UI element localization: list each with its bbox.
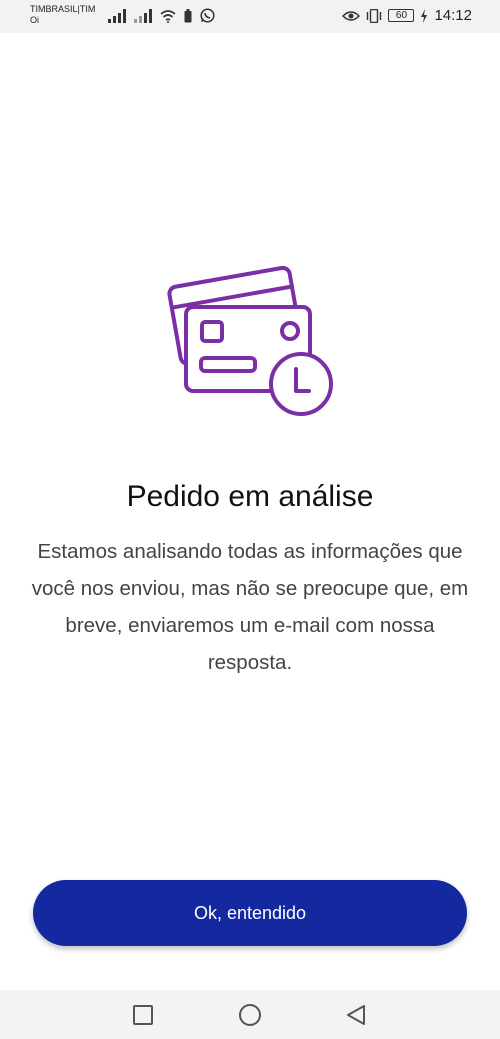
ok-understood-button[interactable]: Ok, entendido xyxy=(33,880,467,946)
signal-icon xyxy=(108,8,126,23)
status-time: 14:12 xyxy=(434,7,472,24)
wifi-icon xyxy=(160,9,176,23)
page-title: Pedido em análise xyxy=(126,480,374,513)
home-icon[interactable] xyxy=(238,1003,262,1027)
battery-level: 60 xyxy=(395,10,408,21)
battery-saver-icon xyxy=(184,8,192,22)
charging-icon xyxy=(421,8,428,23)
battery-icon: 60 xyxy=(388,9,415,22)
carrier-label: TIMBRASIL|TIM Oi xyxy=(30,4,95,26)
status-icons-right: 60 14:12 xyxy=(342,7,472,24)
status-bar: TIMBRASIL|TIM Oi 60 14:12 xyxy=(0,0,500,33)
whatsapp-icon xyxy=(200,8,215,23)
eye-icon xyxy=(342,10,361,21)
status-icons-left xyxy=(108,8,215,23)
credit-card-clock-icon xyxy=(167,265,333,416)
navigation-bar xyxy=(0,990,500,1039)
carrier-secondary: Oi xyxy=(30,15,39,25)
description-text: Estamos analisando todas as informações … xyxy=(31,540,469,674)
recent-apps-icon[interactable] xyxy=(131,1003,155,1027)
back-icon[interactable] xyxy=(344,1003,368,1027)
vibrate-icon xyxy=(367,8,382,23)
carrier-primary: TIMBRASIL|TIM xyxy=(30,4,96,14)
signal-icon xyxy=(134,8,152,23)
